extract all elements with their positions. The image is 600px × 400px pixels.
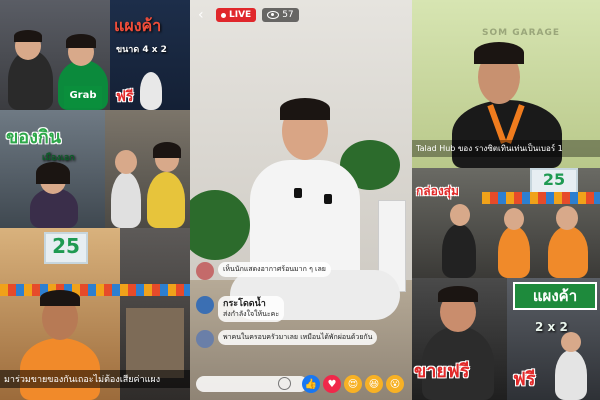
comment-text: พาคนในครอบครัวมาเลย เหมือนได้พักผ่อนด้วย… bbox=[218, 330, 378, 345]
comment-avatar bbox=[196, 330, 214, 348]
lapel-mic bbox=[324, 194, 332, 204]
collage-tile-stall-host: กล่องสุ่ม 25 bbox=[412, 168, 600, 278]
face bbox=[115, 150, 137, 174]
person bbox=[147, 172, 185, 228]
free-label: ฟรี bbox=[116, 89, 134, 105]
face bbox=[450, 204, 470, 226]
person bbox=[548, 226, 588, 278]
collage-tile-food-vendor: ของกิน เมืองเอก bbox=[0, 110, 105, 228]
comment-avatar bbox=[196, 262, 214, 280]
comment-item[interactable]: กระโดดน้ำ ส่งกำลังใจให้นะคะ bbox=[196, 296, 285, 322]
grab-apron-logo: Grab bbox=[64, 86, 102, 108]
haha-reaction-icon[interactable]: 😆 bbox=[365, 375, 383, 393]
stall-size-label: 2 x 2 bbox=[535, 320, 568, 334]
live-status-label: LIVE bbox=[229, 10, 252, 20]
stall-size-label: ขนาด 4 x 2 bbox=[116, 45, 167, 55]
free-label: ฟรี bbox=[513, 369, 536, 390]
comment-avatar bbox=[196, 296, 214, 314]
reaction-bar: 👍 ♥ 😍 😆 😮 bbox=[302, 375, 404, 393]
person bbox=[20, 338, 100, 400]
hair bbox=[36, 162, 70, 184]
comment-item[interactable]: เห็นนักแสดงอากาศร้อนมาก ๆ เลย bbox=[196, 262, 331, 280]
love-reaction-icon[interactable]: ♥ bbox=[323, 375, 341, 393]
collage-tile-host-interview: Grab bbox=[0, 0, 110, 110]
person bbox=[111, 172, 141, 228]
hair bbox=[66, 34, 96, 48]
right-collage: SOM GARAGE Talad Hub ของ รางซิตเทินเท่นเ… bbox=[412, 0, 600, 400]
speaker-hair bbox=[280, 98, 330, 120]
comment-input[interactable] bbox=[196, 376, 308, 392]
hair bbox=[474, 42, 524, 64]
collage-tile-speaker: SOM GARAGE Talad Hub ของ รางซิตเทินเท่นเ… bbox=[412, 0, 600, 168]
mystery-box-label: กล่องสุ่ม bbox=[416, 184, 459, 198]
stall-number-sign: 25 bbox=[530, 168, 578, 194]
lapel-mic bbox=[294, 188, 302, 198]
comment-author: กระโดดน้ำ bbox=[223, 299, 266, 309]
person bbox=[498, 226, 530, 278]
hair bbox=[14, 30, 42, 42]
back-arrow-icon[interactable]: ‹ bbox=[198, 8, 210, 22]
face bbox=[561, 332, 581, 352]
collage-tile-stall-sign: แผงค้า 2 x 2 ฟรี bbox=[507, 278, 600, 400]
care-reaction-icon[interactable]: 😍 bbox=[344, 375, 362, 393]
bunting-flags bbox=[120, 284, 190, 296]
person bbox=[140, 72, 162, 110]
hair bbox=[153, 142, 181, 158]
viewer-count: 57 bbox=[282, 10, 294, 20]
live-header: ‹ LIVE 57 bbox=[198, 8, 299, 22]
stall-number-sign: 25 bbox=[44, 232, 88, 264]
food-title: ของกิน bbox=[6, 127, 62, 148]
comment-text: ส่งกำลังใจให้นะคะ bbox=[223, 310, 280, 319]
face bbox=[556, 206, 578, 230]
bunting-flags bbox=[482, 192, 600, 204]
live-dot-icon bbox=[221, 12, 226, 18]
garage-sign: SOM GARAGE bbox=[482, 28, 561, 38]
hair bbox=[40, 290, 80, 306]
left-bottom-caption: มาร่วมขายของกันเถอะไม่ต้องเสียค่าแผง bbox=[0, 370, 190, 388]
eye-icon bbox=[267, 11, 280, 19]
hair bbox=[438, 286, 478, 302]
comment-bubble: กระโดดน้ำ ส่งกำลังใจให้นะคะ bbox=[218, 296, 285, 322]
stall-sign-heading: แผงค้า bbox=[114, 16, 162, 35]
collage-tile-two-people bbox=[105, 110, 190, 228]
like-reaction-icon[interactable]: 👍 bbox=[302, 375, 320, 393]
person bbox=[555, 350, 587, 400]
wow-reaction-icon[interactable]: 😮 bbox=[386, 375, 404, 393]
comment-item[interactable]: พาคนในครอบครัวมาเลย เหมือนได้พักผ่อนด้วย… bbox=[196, 330, 378, 348]
stall-sign-banner: แผงค้า bbox=[513, 282, 597, 310]
emoji-icon[interactable] bbox=[278, 377, 291, 390]
viewer-count-badge: 57 bbox=[262, 8, 299, 22]
left-collage: Grab แผงค้า ขนาด 4 x 2 ฟรี ของกิน เมืองเ… bbox=[0, 0, 190, 400]
live-badge: LIVE bbox=[216, 8, 257, 22]
live-stream-view: ‹ LIVE 57 เห็นนักแสดงอากาศร้อนมาก ๆ เลย … bbox=[190, 0, 412, 400]
comment-text: เห็นนักแสดงอากาศร้อนมาก ๆ เลย bbox=[218, 262, 331, 277]
collage-tile-mic-speaker: ขายฟรี bbox=[412, 278, 507, 400]
speaker-caption: Talad Hub ของ รางซิตเทินเท่นเป็นเบอร์ 1 bbox=[412, 140, 600, 157]
stall-structure bbox=[126, 308, 184, 378]
face bbox=[504, 208, 524, 230]
person bbox=[442, 224, 476, 278]
collage-tile-stall-sign: แผงค้า ขนาด 4 x 2 ฟรี bbox=[110, 0, 190, 110]
free-sell-label: ขายฟรี bbox=[414, 361, 470, 382]
person bbox=[30, 188, 78, 228]
